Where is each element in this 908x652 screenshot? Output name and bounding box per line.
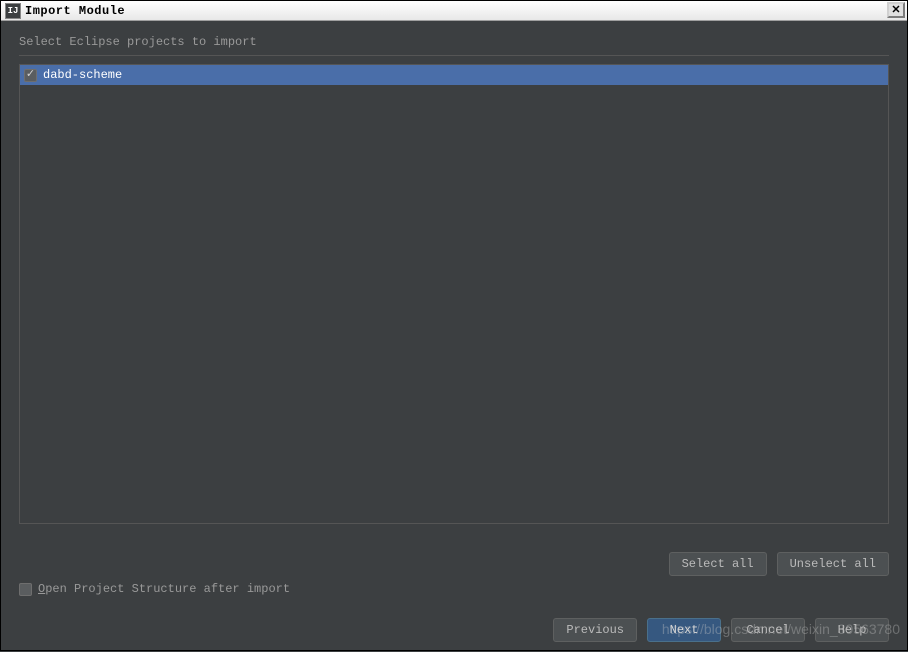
project-name-label: dabd-scheme [43, 68, 122, 82]
instruction-text: Select Eclipse projects to import [19, 35, 889, 49]
list-item[interactable]: dabd-scheme [20, 65, 888, 85]
checkbox-icon[interactable] [19, 583, 32, 596]
next-button[interactable]: Next [647, 618, 721, 642]
previous-button[interactable]: Previous [553, 618, 637, 642]
open-structure-label: Open Project Structure after import [38, 582, 290, 596]
help-button[interactable]: Help [815, 618, 889, 642]
window-title: Import Module [25, 4, 125, 18]
divider [19, 55, 889, 56]
cancel-button[interactable]: Cancel [731, 618, 805, 642]
project-list[interactable]: dabd-scheme [19, 64, 889, 524]
checkbox-icon[interactable] [24, 69, 37, 82]
open-structure-option[interactable]: Open Project Structure after import [19, 582, 290, 596]
close-icon[interactable]: ✕ [887, 2, 905, 18]
unselect-all-button[interactable]: Unselect all [777, 552, 889, 576]
app-icon: IJ [5, 3, 21, 19]
window-titlebar: IJ Import Module ✕ [1, 1, 907, 21]
select-all-button[interactable]: Select all [669, 552, 767, 576]
